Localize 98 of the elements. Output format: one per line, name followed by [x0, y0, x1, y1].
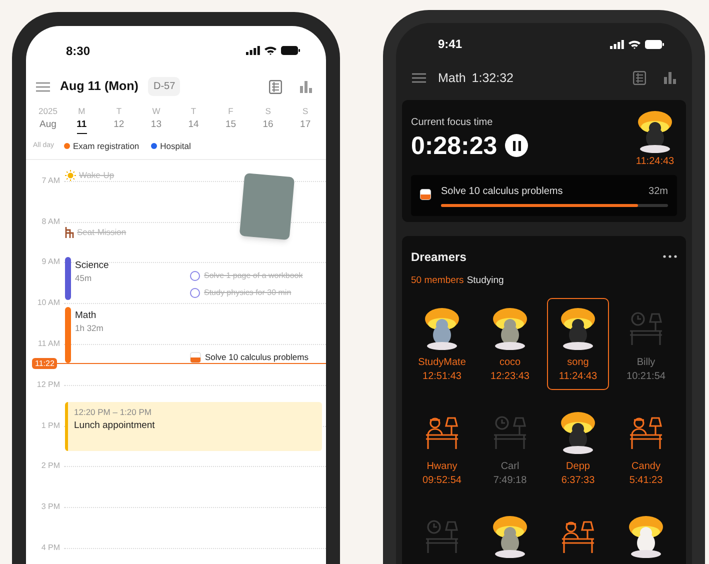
all-day-event[interactable]: Hospital	[160, 140, 191, 153]
member-count: 50 members	[411, 274, 464, 288]
member-name: Carl	[500, 460, 520, 474]
menu-icon[interactable]	[36, 82, 50, 92]
member-time: 6:37:33	[561, 474, 595, 488]
session-subject: Science	[75, 258, 109, 272]
day-tab[interactable]: M 11	[63, 105, 100, 134]
session-duration: 1h 32m	[75, 322, 104, 335]
session-subject: Math	[75, 308, 98, 322]
member-tile[interactable]: Billy 10:21:54	[615, 298, 677, 390]
todo-title: Solve 10 calculus problems	[205, 350, 308, 364]
sun-icon	[65, 170, 76, 181]
avatar-time: 11:24:43	[636, 154, 674, 169]
hour-label: 3 PM	[40, 503, 60, 512]
hour-label: 12 PM	[36, 380, 60, 389]
focus-label: Current focus time	[411, 116, 494, 130]
hour-label: 7 AM	[40, 176, 60, 185]
day-tab[interactable]: F 15	[212, 105, 250, 134]
desk-person-icon	[424, 415, 460, 449]
wifi-icon	[264, 46, 277, 55]
member-time: 10:21:54	[626, 370, 666, 384]
day-tab[interactable]: W 13	[138, 105, 175, 134]
pause-icon	[512, 140, 521, 151]
appointment-time: 12:20 PM – 1:20 PM	[74, 406, 152, 419]
dreamers-title: Dreamers	[411, 248, 466, 266]
hour-label: 9 AM	[40, 258, 60, 266]
hour-label: 11 AM	[36, 340, 60, 348]
task-duration: 32m	[648, 184, 668, 199]
list-view-icon[interactable]	[633, 71, 646, 86]
total-time: 1:32:32	[472, 70, 514, 87]
desk-person-icon	[560, 519, 596, 553]
wifi-icon	[628, 40, 641, 48]
session-duration: 45m	[75, 272, 93, 285]
task-title: Solve 10 calculus problems	[441, 184, 563, 199]
current-time-badge: 11:22	[32, 358, 58, 369]
member-tile[interactable]: Hwany 09:52:54	[411, 402, 473, 494]
hour-label: 4 PM	[40, 544, 60, 552]
desk-person-icon	[628, 415, 664, 449]
member-name: Depp	[566, 460, 590, 474]
member-time: 12:23:43	[490, 370, 530, 384]
status-time: 9:41	[438, 36, 462, 53]
member-name: song	[567, 356, 589, 370]
todo-title: Study physics for 30 min	[204, 286, 292, 299]
pause-button[interactable]	[505, 134, 528, 158]
appointment-event[interactable]: 12:20 PM – 1:20 PM Lunch appointment	[65, 402, 322, 451]
year-label: 2025	[38, 105, 58, 117]
hour-label: 8 AM	[40, 218, 60, 226]
member-time: 09:52:54	[422, 474, 462, 488]
hour-label: 10 AM	[36, 299, 60, 308]
chair-icon	[65, 226, 74, 238]
member-status: Studying	[466, 274, 504, 288]
day-tab[interactable]: S 16	[249, 105, 287, 134]
member-time: 12:51:43	[422, 370, 462, 384]
day-tab[interactable]: T 12	[100, 105, 138, 134]
day-tab[interactable]: S 17	[286, 105, 324, 134]
member-name: Hwany	[426, 460, 458, 474]
member-tile[interactable]: coco 12:23:43	[479, 298, 541, 390]
hour-label: 1 PM	[40, 422, 60, 430]
hour-label: 2 PM	[40, 462, 60, 470]
signal-icon	[610, 40, 624, 48]
member-tile[interactable]: StudyMate 12:51:43	[411, 298, 473, 390]
routine-title: Wake-Up	[79, 168, 114, 182]
battery-icon	[281, 46, 300, 55]
progress-box-icon	[420, 188, 431, 200]
member-tile[interactable]: Carl 7:49:18	[479, 402, 541, 494]
date-title: Aug 11 (Mon)	[60, 78, 138, 96]
member-name: StudyMate	[418, 356, 466, 370]
list-view-icon[interactable]	[269, 80, 282, 94]
member-name: coco	[499, 356, 521, 370]
photo-placeholder	[239, 172, 295, 240]
member-tile[interactable]: Depp 6:37:33	[547, 402, 609, 494]
routine-title: Seat-Mission	[77, 226, 126, 238]
focus-timer: 0:28:23	[411, 130, 498, 162]
todo-title: Solve 1 page of a workbook	[204, 270, 303, 282]
month-label: Aug	[40, 118, 56, 132]
d-day-badge: D-57	[148, 77, 180, 96]
day-tab[interactable]: T 14	[174, 105, 212, 134]
member-name: Billy	[636, 356, 656, 370]
battery-icon	[645, 40, 664, 48]
subject-title: Math	[438, 70, 466, 87]
desk-clock-icon	[424, 519, 460, 553]
member-time: 5:41:23	[629, 474, 663, 488]
member-tile[interactable]: Candy 5:41:23	[615, 402, 677, 494]
progress-box-icon	[190, 352, 201, 363]
member-name: Candy	[632, 460, 660, 474]
desk-clock-icon	[628, 311, 664, 345]
member-time: 7:49:18	[493, 474, 527, 488]
member-time: 11:24:43	[558, 370, 598, 384]
bar-chart-icon[interactable]	[300, 80, 312, 92]
bar-chart-icon[interactable]	[664, 72, 676, 84]
member-tile[interactable]: song 11:24:43	[547, 298, 609, 390]
all-day-event[interactable]: Exam registration	[73, 140, 140, 153]
more-icon[interactable]	[663, 255, 677, 258]
desk-clock-icon	[492, 415, 528, 449]
signal-icon	[246, 46, 260, 55]
menu-icon[interactable]	[412, 73, 426, 84]
status-time: 8:30	[66, 42, 90, 60]
appointment-title: Lunch appointment	[74, 418, 156, 432]
